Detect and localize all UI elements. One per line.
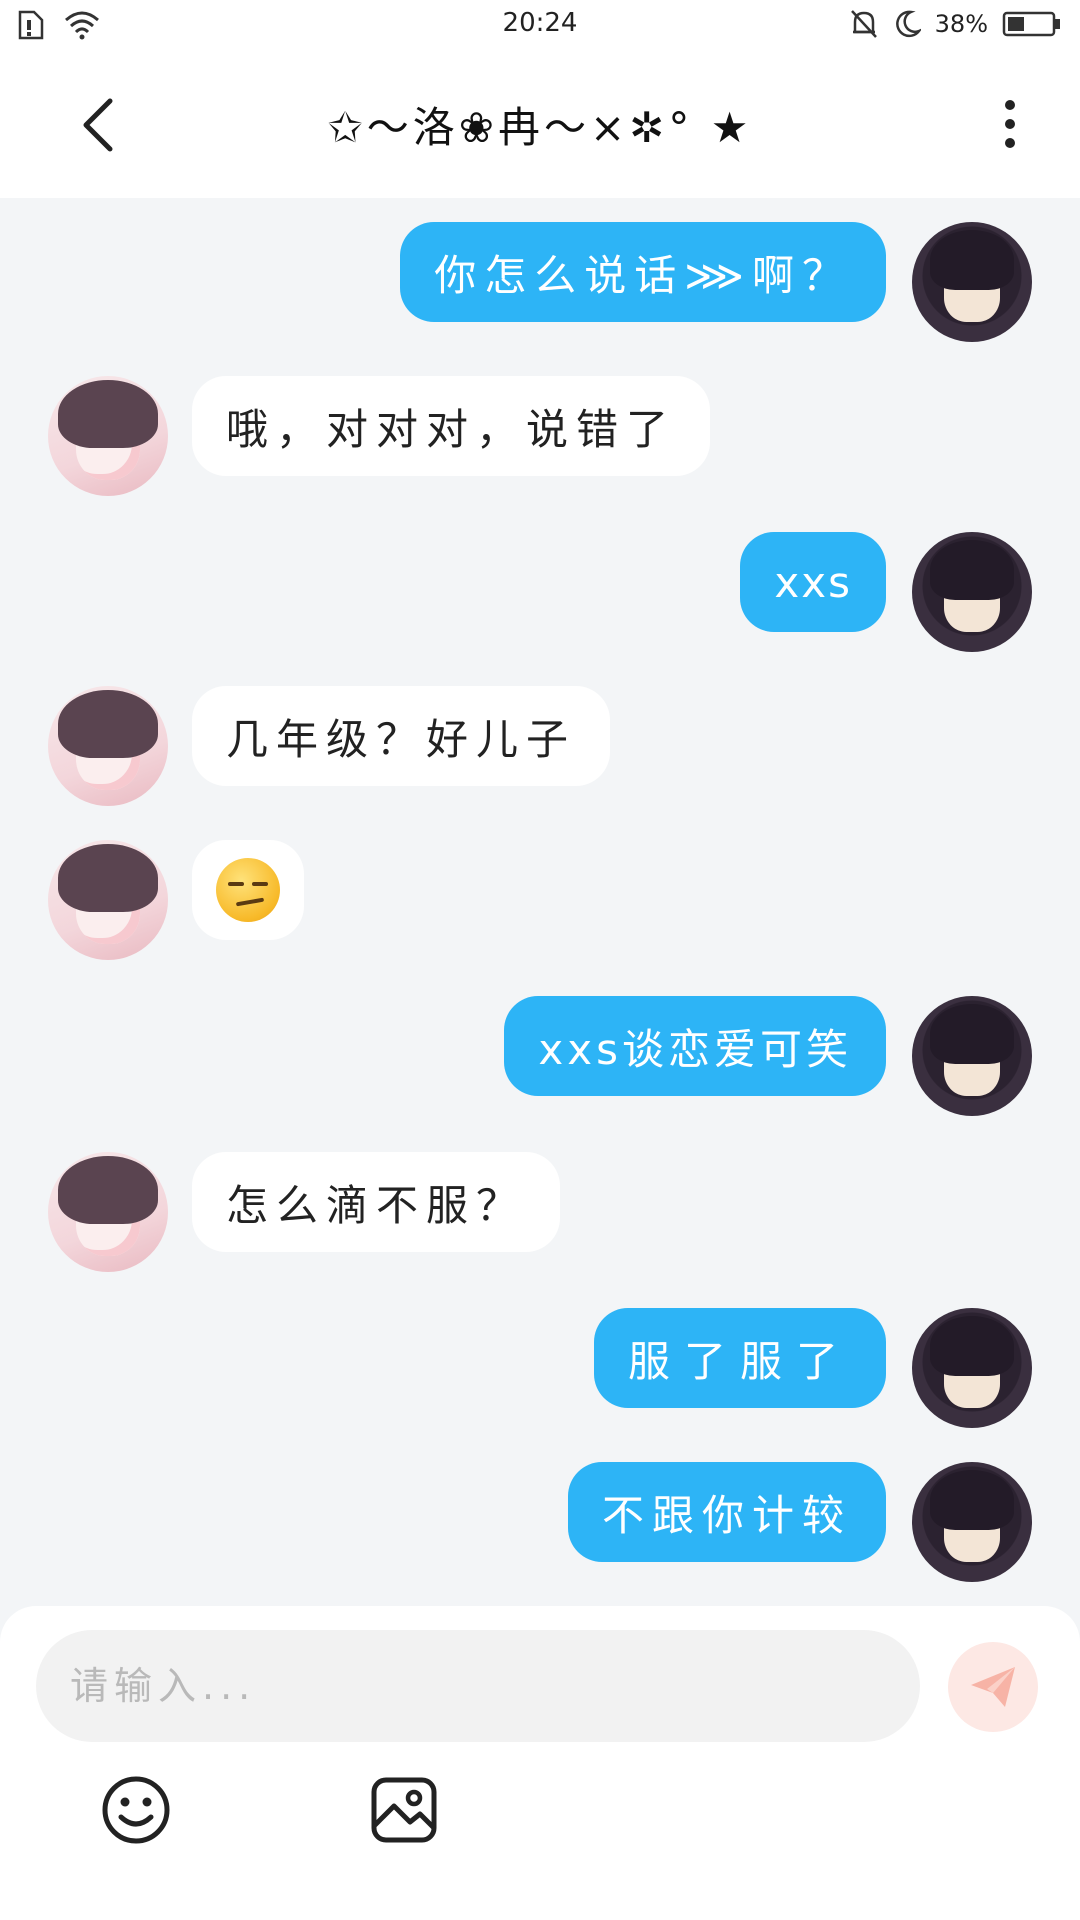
my-avatar[interactable] bbox=[912, 1308, 1032, 1428]
message-row: xxs谈恋爱可笑 bbox=[0, 996, 1080, 1116]
message-row: 哦，对对对，说错了 bbox=[0, 376, 1080, 496]
incoming-message-bubble: 几年级？好儿子 bbox=[192, 686, 611, 786]
battery-percentage: 38% bbox=[934, 10, 988, 38]
paper-plane-icon bbox=[971, 1667, 1015, 1707]
smirk-emoji-icon bbox=[216, 858, 280, 922]
bell-off-icon bbox=[850, 10, 877, 38]
incoming-message-bubble: 哦，对对对，说错了 bbox=[192, 376, 711, 476]
contact-avatar[interactable] bbox=[48, 686, 168, 806]
message-list: 你怎么说话⋙啊？ 哦，对对对，说错了 xxs 几年级？好儿子 xxs谈恋爱可笑 bbox=[0, 198, 1080, 1606]
more-options-button[interactable] bbox=[990, 94, 1030, 154]
contact-avatar[interactable] bbox=[48, 840, 168, 960]
smiley-icon bbox=[102, 1776, 170, 1844]
status-right-icons: 38% bbox=[849, 8, 1062, 40]
more-vertical-icon bbox=[1005, 100, 1015, 110]
message-row bbox=[0, 840, 1080, 960]
incoming-emoji-bubble bbox=[192, 840, 304, 940]
outgoing-message-bubble: 不跟你计较 bbox=[567, 1462, 886, 1562]
status-bar: 20:24 38% bbox=[0, 0, 1080, 52]
more-dot bbox=[1005, 138, 1015, 148]
emoji-mouth bbox=[235, 897, 265, 907]
contact-avatar[interactable] bbox=[48, 1152, 168, 1272]
message-row: 几年级？好儿子 bbox=[0, 686, 1080, 806]
input-panel bbox=[0, 1606, 1080, 1920]
moon-icon bbox=[895, 10, 921, 38]
emoji-eye bbox=[228, 882, 244, 886]
image-icon bbox=[371, 1777, 437, 1843]
battery-icon bbox=[1002, 11, 1060, 37]
message-row: 怎么滴不服？ bbox=[0, 1152, 1080, 1272]
back-button[interactable] bbox=[70, 97, 126, 153]
my-avatar[interactable] bbox=[912, 532, 1032, 652]
outgoing-message-bubble: 你怎么说话⋙啊？ bbox=[400, 222, 886, 322]
outgoing-message-bubble: xxs bbox=[740, 532, 886, 632]
chat-header: ✩～洛❀冉～×✲° ★ bbox=[0, 52, 1080, 198]
my-avatar[interactable] bbox=[912, 996, 1032, 1116]
outgoing-message-bubble: xxs谈恋爱可笑 bbox=[504, 996, 886, 1096]
message-row: 你怎么说话⋙啊？ bbox=[0, 222, 1080, 342]
chevron-left-icon bbox=[83, 98, 113, 152]
send-button[interactable] bbox=[948, 1642, 1038, 1732]
message-input[interactable] bbox=[36, 1630, 920, 1742]
incoming-message-bubble: 怎么滴不服？ bbox=[192, 1152, 561, 1252]
message-row: 服了服了 bbox=[0, 1308, 1080, 1428]
image-button[interactable] bbox=[368, 1774, 440, 1846]
more-dot bbox=[1005, 119, 1015, 129]
message-row: xxs bbox=[0, 532, 1080, 652]
message-row: 不跟你计较 bbox=[0, 1462, 1080, 1582]
outgoing-message-bubble: 服了服了 bbox=[593, 1308, 886, 1408]
my-avatar[interactable] bbox=[912, 222, 1032, 342]
emoji-eye bbox=[252, 882, 268, 886]
emoji-button[interactable] bbox=[100, 1774, 172, 1846]
chat-title: ✩～洛❀冉～×✲° ★ bbox=[327, 103, 753, 152]
contact-avatar[interactable] bbox=[48, 376, 168, 496]
my-avatar[interactable] bbox=[912, 1462, 1032, 1582]
